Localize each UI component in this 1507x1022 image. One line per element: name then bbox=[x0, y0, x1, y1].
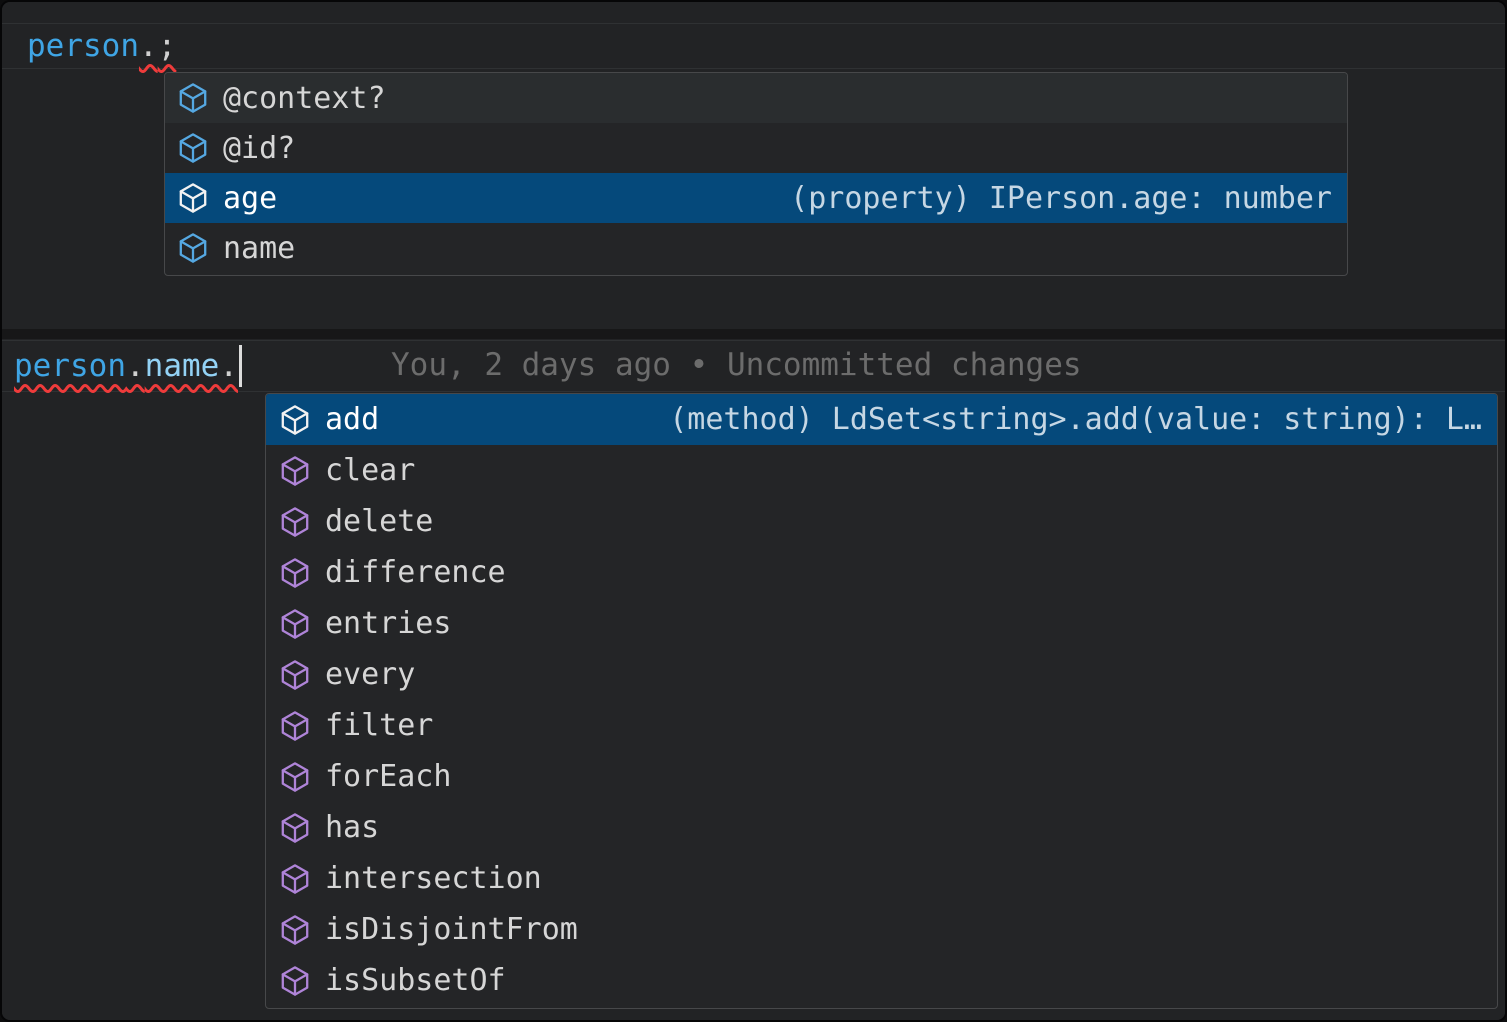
code-line-person-semicolon[interactable]: person.; bbox=[2, 23, 1505, 69]
token-dot: . bbox=[139, 28, 158, 64]
symbol-cube-icon bbox=[177, 232, 209, 264]
symbol-cube-icon bbox=[177, 82, 209, 114]
symbol-cube-icon bbox=[279, 659, 311, 691]
suggest-item-label: isSubsetOf bbox=[325, 963, 506, 998]
suggest-item-detail: (property) IPerson.age: number bbox=[790, 181, 1332, 216]
token-person: person bbox=[27, 28, 139, 64]
token-semicolon: ; bbox=[158, 28, 177, 64]
symbol-cube-icon bbox=[279, 557, 311, 589]
suggest-item-label: @id? bbox=[223, 131, 295, 166]
editor-pane-bottom: person.name. You, 2 days ago • Uncommitt… bbox=[2, 339, 1505, 1022]
suggest-item-context[interactable]: @context? bbox=[165, 73, 1347, 123]
code-editor-window: person.; @context? @id? bbox=[0, 0, 1507, 1022]
token-dot: . bbox=[219, 348, 238, 384]
suggest-item-every[interactable]: every bbox=[266, 649, 1497, 700]
section-divider bbox=[2, 329, 1505, 339]
symbol-cube-icon bbox=[279, 965, 311, 997]
suggest-item-label: clear bbox=[325, 453, 415, 488]
suggest-item-id[interactable]: @id? bbox=[165, 123, 1347, 173]
token-person: person bbox=[14, 348, 126, 384]
suggest-item-name[interactable]: name bbox=[165, 223, 1347, 273]
suggest-item-label: entries bbox=[325, 606, 451, 641]
editor-pane-top: person.; @context? @id? bbox=[2, 2, 1505, 329]
suggest-item-label: intersection bbox=[325, 861, 542, 896]
suggest-item-label: add bbox=[325, 402, 379, 437]
suggest-item-label: difference bbox=[325, 555, 506, 590]
symbol-cube-icon bbox=[279, 404, 311, 436]
suggest-item-filter[interactable]: filter bbox=[266, 700, 1497, 751]
suggest-item-intersection[interactable]: intersection bbox=[266, 853, 1497, 904]
suggest-item-label: forEach bbox=[325, 759, 451, 794]
suggest-item-label: filter bbox=[325, 708, 433, 743]
symbol-cube-icon bbox=[279, 455, 311, 487]
symbol-cube-icon bbox=[279, 914, 311, 946]
symbol-cube-icon bbox=[279, 812, 311, 844]
suggest-item-difference[interactable]: difference bbox=[266, 547, 1497, 598]
symbol-cube-icon bbox=[177, 132, 209, 164]
git-blame-annotation: You, 2 days ago • Uncommitted changes bbox=[391, 347, 1082, 383]
token-dot: . bbox=[126, 348, 145, 384]
suggest-item-add[interactable]: add (method) LdSet<string>.add(value: st… bbox=[266, 394, 1497, 445]
suggest-item-label: isDisjointFrom bbox=[325, 912, 578, 947]
suggest-item-has[interactable]: has bbox=[266, 802, 1497, 853]
expression-with-error: person.name. bbox=[14, 348, 238, 384]
symbol-cube-icon bbox=[279, 608, 311, 640]
suggest-item-issubsetof[interactable]: isSubsetOf bbox=[266, 955, 1497, 1006]
suggest-item-label: every bbox=[325, 657, 415, 692]
symbol-cube-icon bbox=[279, 761, 311, 793]
suggest-widget-properties: @context? @id? age (property) IPerson.ag… bbox=[164, 72, 1348, 276]
suggest-item-label: delete bbox=[325, 504, 433, 539]
suggest-item-isdisjointfrom[interactable]: isDisjointFrom bbox=[266, 904, 1497, 955]
suggest-item-entries[interactable]: entries bbox=[266, 598, 1497, 649]
suggest-item-delete[interactable]: delete bbox=[266, 496, 1497, 547]
symbol-cube-icon bbox=[177, 182, 209, 214]
symbol-cube-icon bbox=[279, 710, 311, 742]
text-cursor bbox=[239, 345, 242, 387]
suggest-item-detail: (method) LdSet<string>.add(value: string… bbox=[669, 402, 1482, 437]
code-line-person-name[interactable]: person.name. You, 2 days ago • Uncommitt… bbox=[2, 340, 1505, 392]
suggest-item-foreach[interactable]: forEach bbox=[266, 751, 1497, 802]
symbol-cube-icon bbox=[279, 506, 311, 538]
suggest-item-label: has bbox=[325, 810, 379, 845]
suggest-item-label: @context? bbox=[223, 81, 386, 116]
suggest-item-age[interactable]: age (property) IPerson.age: number bbox=[165, 173, 1347, 223]
suggest-widget-methods: add (method) LdSet<string>.add(value: st… bbox=[265, 393, 1498, 1009]
suggest-item-clear[interactable]: clear bbox=[266, 445, 1497, 496]
symbol-cube-icon bbox=[279, 863, 311, 895]
suggest-item-label: name bbox=[223, 231, 295, 266]
token-name: name bbox=[145, 348, 220, 384]
suggest-item-label: age bbox=[223, 181, 277, 216]
